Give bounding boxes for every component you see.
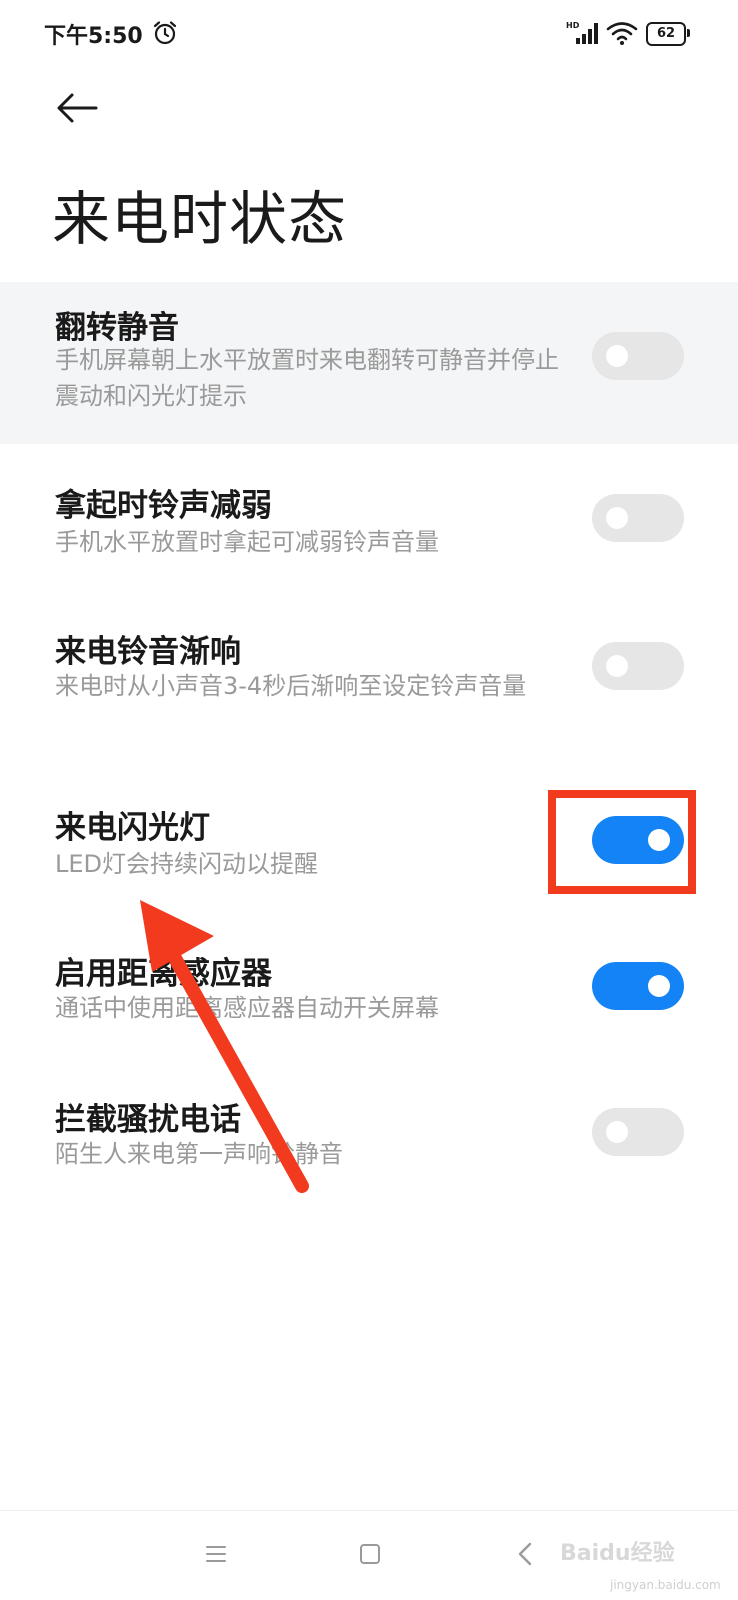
setting-description: 手机水平放置时拿起可减弱铃声音量	[55, 528, 439, 556]
network-label: HD	[566, 21, 580, 30]
toggle-knob	[606, 345, 628, 367]
toggle-knob	[606, 1121, 628, 1143]
watermark-logo: Baidu经验	[560, 1541, 675, 1566]
setting-description: 手机屏幕朝上水平放置时来电翻转可静音并停止震动和闪光灯提示	[55, 346, 559, 410]
toggle-switch[interactable]	[592, 962, 684, 1010]
chevron-left-icon[interactable]	[514, 1540, 538, 1568]
setting-title: 来电闪光灯	[55, 810, 210, 846]
setting-title: 翻转静音	[55, 310, 179, 346]
alarm-clock-icon	[153, 21, 177, 45]
toggle-knob	[606, 507, 628, 529]
setting-description: 来电时从小声音3-4秒后渐响至设定铃声音量	[55, 672, 527, 700]
back-button[interactable]	[52, 84, 104, 132]
watermark-url: jingyan.baidu.com	[610, 1578, 721, 1592]
setting-row-pickup-reduce[interactable]: 拿起时铃声减弱 手机水平放置时拿起可减弱铃声音量	[0, 444, 738, 590]
nav-divider	[0, 1510, 738, 1511]
setting-row-proximity-sensor[interactable]: 启用距离感应器 通话中使用距离感应器自动开关屏幕	[0, 916, 738, 1062]
battery-tip	[687, 29, 690, 37]
status-time: 下午5:50	[44, 24, 143, 49]
toggle-knob	[648, 975, 670, 997]
setting-title: 拿起时铃声减弱	[55, 488, 272, 524]
annotation-arrow-icon	[140, 900, 309, 1193]
setting-row-flip-mute[interactable]: 翻转静音 手机屏幕朝上水平放置时来电翻转可静音并停止震动和闪光灯提示	[0, 282, 738, 444]
battery-level: 62	[646, 22, 686, 46]
setting-title: 来电铃音渐响	[55, 634, 241, 670]
wifi-icon	[606, 22, 638, 45]
setting-description: LED灯会持续闪动以提醒	[55, 850, 319, 878]
battery-icon: 62	[646, 22, 690, 46]
home-square-icon[interactable]	[358, 1542, 382, 1566]
page-title: 来电时状态	[52, 185, 348, 253]
toggle-switch[interactable]	[592, 642, 684, 690]
menu-icon[interactable]	[204, 1542, 228, 1566]
toggle-switch[interactable]	[592, 1108, 684, 1156]
toggle-switch[interactable]	[592, 332, 684, 380]
setting-row-ring-crescendo[interactable]: 来电铃音渐响 来电时从小声音3-4秒后渐响至设定铃声音量	[0, 590, 738, 770]
toggle-switch[interactable]	[592, 494, 684, 542]
screen: 下午5:50 HD 62 来电时状态 翻转静音 手机屏幕朝上水平放置时来电翻转可…	[0, 0, 738, 1600]
toggle-knob	[606, 655, 628, 677]
annotation-highlight-box	[548, 790, 696, 894]
status-bar: 下午5:50 HD 62	[0, 0, 738, 70]
cellular-signal-icon: HD	[566, 21, 598, 44]
setting-row-block-spam[interactable]: 拦截骚扰电话 陌生人来电第一声响铃静音	[0, 1062, 738, 1208]
